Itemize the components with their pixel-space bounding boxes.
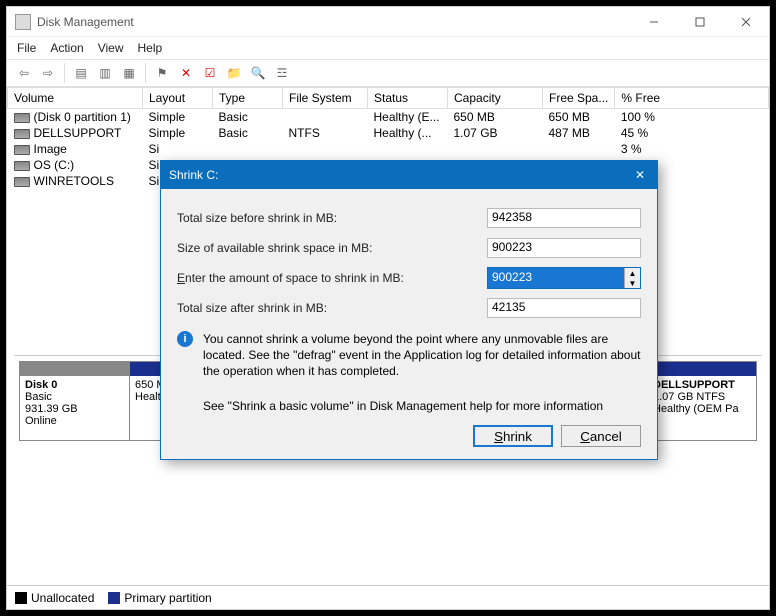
value-total-before: 942358 bbox=[487, 208, 641, 228]
label-total-after: Total size after shrink in MB: bbox=[177, 301, 487, 315]
back-icon[interactable]: ⇦ bbox=[13, 62, 35, 84]
disk-info: Disk 0 Basic 931.39 GB Online bbox=[20, 362, 130, 440]
label-enter-amount: Enter the amount of space to shrink in M… bbox=[177, 271, 487, 285]
shrink-button[interactable]: Shrink bbox=[473, 425, 553, 447]
delete-icon[interactable]: ✕ bbox=[175, 62, 197, 84]
close-button[interactable] bbox=[723, 7, 769, 37]
app-icon bbox=[15, 14, 31, 30]
cancel-button[interactable]: Cancel bbox=[561, 425, 641, 447]
value-total-after: 42135 bbox=[487, 298, 641, 318]
label-available-shrink: Size of available shrink space in MB: bbox=[177, 241, 487, 255]
menubar: File Action View Help bbox=[7, 37, 769, 59]
col-layout[interactable]: Layout bbox=[143, 88, 213, 109]
titlebar: Disk Management bbox=[7, 7, 769, 37]
col-volume[interactable]: Volume bbox=[8, 88, 143, 109]
dialog-titlebar: Shrink C: ✕ bbox=[161, 161, 657, 189]
col-capacity[interactable]: Capacity bbox=[448, 88, 543, 109]
dialog-title: Shrink C: bbox=[169, 168, 631, 182]
menu-view[interactable]: View bbox=[98, 41, 124, 55]
info-text-2: See "Shrink a basic volume" in Disk Mana… bbox=[203, 398, 641, 414]
col-status[interactable]: Status bbox=[368, 88, 448, 109]
col-type[interactable]: Type bbox=[213, 88, 283, 109]
label-total-before: Total size before shrink in MB: bbox=[177, 211, 487, 225]
table-row[interactable]: DELLSUPPORTSimpleBasicNTFSHealthy (...1.… bbox=[8, 125, 769, 141]
input-shrink-amount[interactable]: 900223 ▲ ▼ bbox=[487, 267, 641, 289]
value-available-shrink: 900223 bbox=[487, 238, 641, 258]
menu-help[interactable]: Help bbox=[138, 41, 163, 55]
search-icon[interactable]: 🔍 bbox=[247, 62, 269, 84]
shrink-dialog: Shrink C: ✕ Total size before shrink in … bbox=[160, 160, 658, 460]
check-icon[interactable]: ☑ bbox=[199, 62, 221, 84]
legend-primary: Primary partition bbox=[124, 591, 211, 605]
minimize-button[interactable] bbox=[631, 7, 677, 37]
info-icon: i bbox=[177, 331, 193, 347]
table-row[interactable]: ImageSi3 % bbox=[8, 141, 769, 157]
window-title: Disk Management bbox=[37, 15, 631, 29]
partition-dellsupport[interactable]: DELLSUPPORT 1.07 GB NTFS Healthy (OEM Pa bbox=[648, 362, 756, 440]
table-row[interactable]: (Disk 0 partition 1)SimpleBasicHealthy (… bbox=[8, 109, 769, 126]
toolbar: ⇦ ⇨ ▤ ▥ ▦ ⚑ ✕ ☑ 📁 🔍 ☲ bbox=[7, 59, 769, 87]
col-pctfree[interactable]: % Free bbox=[615, 88, 769, 109]
dialog-close-button[interactable]: ✕ bbox=[631, 168, 649, 182]
view-bottom-icon[interactable]: ▦ bbox=[118, 62, 140, 84]
col-free[interactable]: Free Spa... bbox=[543, 88, 615, 109]
col-fs[interactable]: File System bbox=[283, 88, 368, 109]
view-top-icon[interactable]: ▤ bbox=[70, 62, 92, 84]
menu-file[interactable]: File bbox=[17, 41, 36, 55]
info-text-1: You cannot shrink a volume beyond the po… bbox=[203, 331, 641, 380]
folder-icon[interactable]: 📁 bbox=[223, 62, 245, 84]
menu-action[interactable]: Action bbox=[50, 41, 83, 55]
spin-down-icon[interactable]: ▼ bbox=[625, 278, 640, 288]
properties-icon[interactable]: ☲ bbox=[271, 62, 293, 84]
forward-icon[interactable]: ⇨ bbox=[37, 62, 59, 84]
maximize-button[interactable] bbox=[677, 7, 723, 37]
view-mid-icon[interactable]: ▥ bbox=[94, 62, 116, 84]
spin-up-icon[interactable]: ▲ bbox=[625, 268, 640, 278]
legend: Unallocated Primary partition bbox=[7, 585, 769, 609]
action-icon[interactable]: ⚑ bbox=[151, 62, 173, 84]
legend-unallocated: Unallocated bbox=[31, 591, 94, 605]
